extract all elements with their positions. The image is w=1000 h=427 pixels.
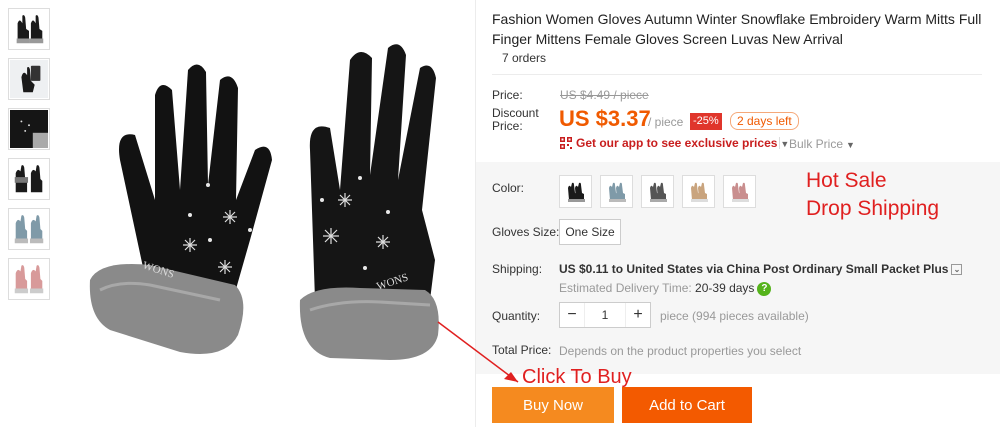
qr-code-icon	[560, 137, 572, 149]
hot-sale-banner: Hot Sale Drop Shipping	[806, 169, 940, 220]
color-swatches	[559, 175, 764, 208]
shipping-label: Shipping:	[492, 262, 543, 276]
color-swatch-khaki[interactable]	[682, 175, 715, 208]
color-swatch-black[interactable]	[559, 175, 592, 208]
size-option-one-size[interactable]: One Size	[559, 219, 621, 245]
title-divider	[492, 74, 982, 75]
chevron-down-icon[interactable]: ⌄	[951, 264, 963, 276]
order-count: 7 orders	[502, 51, 547, 65]
delivery-estimate: Estimated Delivery Time: 20-39 days?	[559, 281, 772, 296]
chevron-down-icon: ▼	[780, 139, 790, 149]
color-swatch-pink[interactable]	[723, 175, 756, 208]
color-swatch-gray[interactable]	[641, 175, 674, 208]
help-icon[interactable]: ?	[757, 281, 772, 296]
shipping-method[interactable]: US $0.11 to United States via China Post…	[559, 262, 963, 276]
total-price-note: Depends on the product properties you se…	[559, 344, 802, 358]
chevron-down-icon: ▼	[846, 140, 855, 150]
thumbnail-4[interactable]	[8, 158, 50, 200]
color-label: Color:	[492, 181, 525, 195]
add-to-cart-button[interactable]: Add to Cart	[622, 387, 752, 423]
quantity-available: piece (994 pieces available)	[660, 309, 809, 323]
quantity-stepper: − 1 +	[559, 302, 651, 328]
per-piece-unit: / piece	[648, 115, 684, 129]
discount-price: US $3.37	[559, 106, 651, 131]
quantity-input[interactable]: 1	[584, 303, 626, 327]
thumbnail-5[interactable]	[8, 208, 50, 250]
thumbnail-2[interactable]	[8, 58, 50, 100]
discount-badge: -25%	[690, 113, 722, 130]
app-promo-link[interactable]: Get our app to see exclusive prices ▼	[576, 136, 789, 150]
thumbnail-6[interactable]	[8, 258, 50, 300]
click-to-buy-callout: Click To Buy	[522, 366, 632, 388]
buy-now-button[interactable]: Buy Now	[492, 387, 614, 423]
original-price: US $4.49 / piece	[560, 88, 649, 102]
product-title: Fashion Women Gloves Autumn Winter Snowf…	[492, 11, 982, 47]
color-swatch-blue[interactable]	[600, 175, 633, 208]
promo-separator	[779, 137, 780, 149]
bulk-price-dropdown[interactable]: Bulk Price ▼	[789, 137, 855, 151]
thumbnail-3[interactable]	[8, 108, 50, 150]
size-label: Gloves Size:	[492, 225, 560, 239]
thumbnail-list	[8, 8, 52, 308]
days-left-badge: 2 days left	[730, 112, 799, 130]
price-label: Price:	[492, 88, 523, 102]
increment-button[interactable]: +	[626, 303, 650, 327]
decrement-button[interactable]: −	[560, 303, 584, 327]
thumbnail-1[interactable]	[8, 8, 50, 50]
discount-price-label: Discount Price:	[492, 106, 539, 133]
